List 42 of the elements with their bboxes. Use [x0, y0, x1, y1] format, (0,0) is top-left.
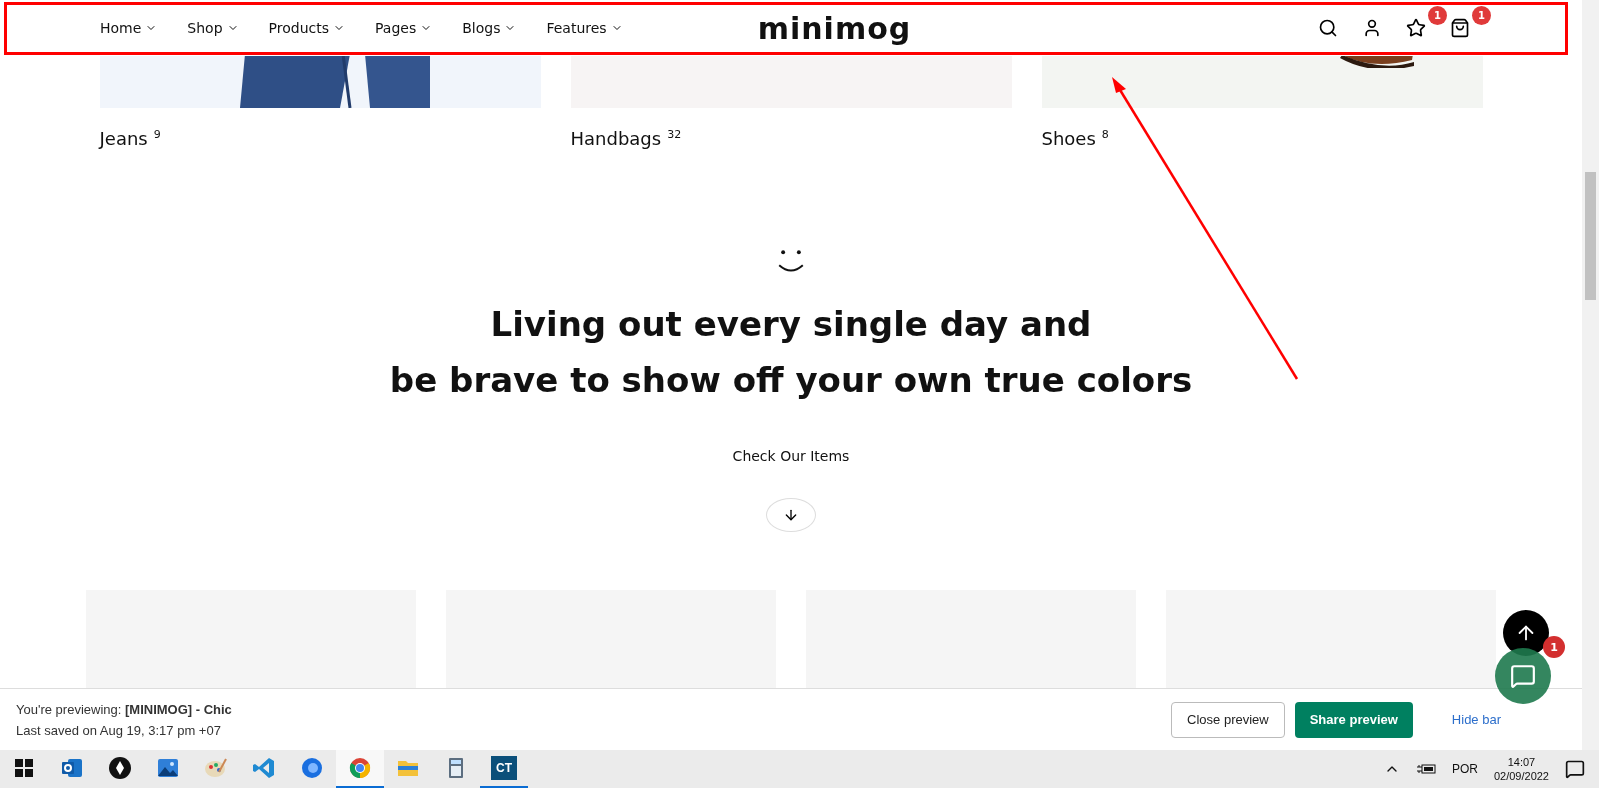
nav-menu-item[interactable]: Home: [100, 20, 158, 36]
palette-icon: [204, 756, 228, 780]
scroll-down-button[interactable]: [766, 497, 816, 532]
clock-date[interactable]: 02/09/2022: [1493, 770, 1549, 782]
close-preview-button[interactable]: Close preview: [1171, 701, 1285, 738]
language-indicator[interactable]: POR: [1451, 762, 1478, 776]
preview-status-text: You're previewing: [MINIMOG] - Chic: [16, 701, 233, 717]
code-editor-icon: [252, 756, 276, 780]
hide-bar-link[interactable]: Hide bar: [1436, 701, 1516, 738]
nav-menu-item[interactable]: Features: [546, 20, 623, 36]
chat-icon: [1510, 663, 1536, 689]
search-button[interactable]: [1318, 18, 1338, 38]
cart-button[interactable]: [1450, 18, 1470, 38]
count-badge: 1: [1428, 6, 1447, 25]
count-badge: 1: [1472, 6, 1491, 25]
category-link[interactable]: Handbags $^{32}$: [570, 128, 1012, 149]
nav-menu-item[interactable]: Blogs: [462, 20, 517, 36]
windows-logo-icon: [15, 759, 33, 777]
category-link[interactable]: Shoes $^{8}$: [1041, 128, 1483, 149]
browser-globe-icon: [300, 756, 324, 780]
nav-menu-item[interactable]: Shop: [187, 20, 239, 36]
nav-menu-item[interactable]: Pages: [375, 20, 433, 36]
nav-menu-item[interactable]: Products: [268, 20, 345, 36]
browser-icon: [348, 756, 372, 780]
pen-nib-icon: [108, 756, 132, 780]
taskbar-app[interactable]: CT: [480, 750, 528, 788]
category-link[interactable]: Jeans $^{9}$: [99, 128, 541, 149]
share-preview-button[interactable]: Share preview: [1294, 701, 1413, 738]
account-button[interactable]: [1362, 18, 1382, 38]
headline: Living out every single day and be brave to show off your own true colors: [389, 302, 1193, 402]
battery-icon[interactable]: [1415, 762, 1436, 776]
logo[interactable]: minimog: [622, 10, 1047, 46]
scrollbar[interactable]: [1582, 0, 1599, 750]
last-saved-text: Last saved on Aug 19, 3:17 pm +07: [16, 722, 222, 738]
app-label: CT: [491, 756, 517, 780]
notifications-icon[interactable]: [1565, 759, 1585, 779]
mail-app-icon: [60, 756, 84, 780]
check-items-link[interactable]: Check Our Items: [732, 447, 850, 464]
photos-icon: [156, 756, 180, 780]
wishlist-button[interactable]: [1406, 18, 1426, 38]
count-badge: 1: [1543, 636, 1565, 658]
clock-time[interactable]: 14:07: [1507, 756, 1536, 768]
